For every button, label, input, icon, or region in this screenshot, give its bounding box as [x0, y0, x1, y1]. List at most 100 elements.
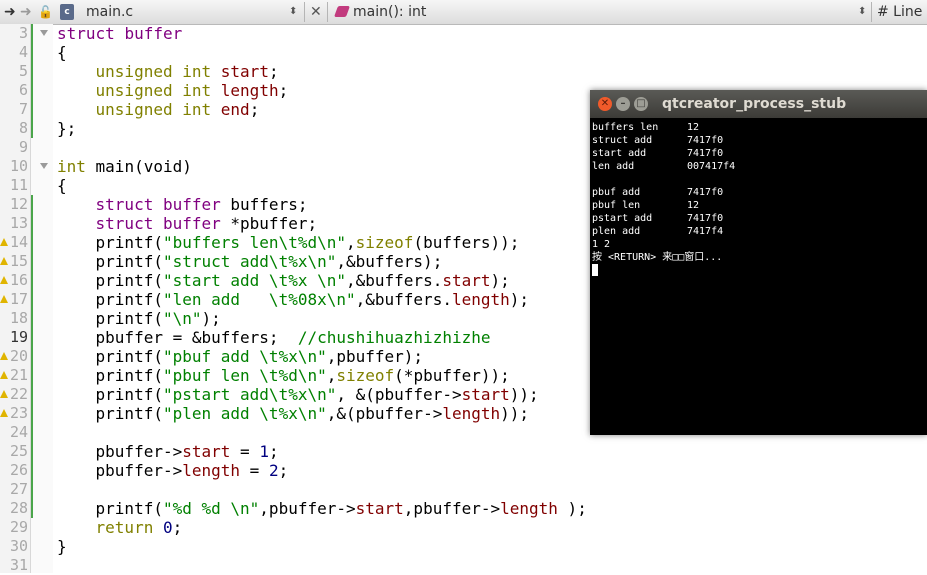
line-number: 29: [9, 518, 28, 536]
terminal-line: pstart add 7417f0: [592, 212, 723, 225]
change-marker: [31, 290, 33, 309]
warning-icon[interactable]: [0, 257, 8, 265]
code-token: int: [182, 62, 212, 81]
warning-icon[interactable]: [0, 352, 8, 360]
change-marker: [31, 366, 33, 385]
code-token: printf(: [57, 366, 163, 385]
maximize-window-icon[interactable]: □: [634, 97, 648, 111]
code-line[interactable]: 27: [0, 480, 927, 499]
code-token: ,: [346, 233, 356, 252]
code-token: ;: [268, 442, 279, 461]
code-token: ;: [278, 461, 289, 480]
code-text: struct buffer *pbuffer;: [57, 214, 318, 233]
warning-icon[interactable]: [0, 238, 8, 246]
terminal-line: pbuf len 12: [592, 199, 699, 212]
code-line[interactable]: 30}: [0, 537, 927, 556]
warning-icon[interactable]: [0, 409, 8, 417]
code-token: {: [57, 43, 67, 62]
minimize-window-icon[interactable]: –: [616, 97, 630, 111]
terminal-window[interactable]: ✕ – □ qtcreator_process_stub buffers len…: [590, 90, 927, 435]
code-token: (buffers));: [413, 233, 520, 252]
code-token: ;: [249, 100, 260, 119]
code-text: }: [57, 537, 67, 556]
line-column-indicator[interactable]: # Line: [877, 0, 922, 24]
code-token: printf(: [57, 290, 163, 309]
warning-icon[interactable]: [0, 276, 8, 284]
lock-icon[interactable]: 🔓: [38, 0, 53, 24]
warning-icon[interactable]: [0, 390, 8, 398]
code-text: printf("\n");: [57, 309, 221, 328]
terminal-line-label: plen add: [592, 226, 641, 237]
terminal-line: plen add 7417f4: [592, 225, 723, 238]
code-text: unsigned int start;: [57, 62, 279, 81]
terminal-line-label: pbuf add: [592, 187, 641, 198]
terminal-line-label: start add: [592, 148, 647, 159]
change-marker: [31, 252, 33, 271]
warning-icon[interactable]: [0, 295, 8, 303]
code-text: return 0;: [57, 518, 183, 537]
code-line[interactable]: 5 unsigned int start;: [0, 62, 927, 81]
line-number: 7: [18, 100, 28, 118]
close-document-icon[interactable]: ✕: [310, 0, 322, 24]
code-token: "len add \t%08x\n": [162, 290, 356, 309]
terminal-line-value: 12: [687, 200, 700, 211]
file-tab-label[interactable]: main.c: [86, 0, 133, 24]
fold-arrow-icon[interactable]: [40, 163, 48, 169]
code-token: start: [220, 62, 269, 81]
function-dropdown-icon[interactable]: ⬍: [858, 0, 866, 24]
code-token: 0: [162, 518, 173, 537]
code-token: };: [57, 119, 77, 138]
code-text: printf("pstart add\t%x\n", &(pbuffer->st…: [57, 385, 539, 404]
code-token: ,pbuffer);: [326, 347, 424, 366]
code-token: "pbuf len \t%d\n": [162, 366, 327, 385]
code-token: ,pbuffer->: [259, 499, 356, 518]
function-icon: [333, 6, 351, 17]
code-token: {: [57, 176, 67, 195]
code-line[interactable]: 28 printf("%d %d \n",pbuffer->start,pbuf…: [0, 499, 927, 518]
terminal-titlebar[interactable]: ✕ – □ qtcreator_process_stub: [590, 90, 927, 118]
code-line[interactable]: 29 return 0;: [0, 518, 927, 537]
change-marker: [31, 214, 33, 233]
code-text: pbuffer->length = 2;: [57, 461, 289, 480]
code-text: pbuffer->start = 1;: [57, 442, 279, 461]
file-dropdown-icon[interactable]: ⬍: [289, 0, 297, 24]
code-token: "pbuf add \t%x\n": [162, 347, 327, 366]
code-text: printf("buffers len\t%d\n",sizeof(buffer…: [57, 233, 520, 252]
warning-icon[interactable]: [0, 371, 8, 379]
code-token: buffer: [162, 195, 221, 214]
code-line[interactable]: 26 pbuffer->length = 2;: [0, 461, 927, 480]
code-line[interactable]: 3 struct buffer: [0, 24, 927, 43]
terminal-line-value: 007417f4: [687, 161, 736, 172]
code-token: (*pbuffer));: [394, 366, 510, 385]
terminal-line-value: 7417f4: [687, 226, 724, 237]
fold-arrow-icon[interactable]: [40, 30, 48, 36]
editor-toolbar: ➜ ➜ 🔓 c main.c ⬍ ✕ main(): int ⬍ # Line: [0, 0, 927, 25]
line-number: 28: [9, 499, 28, 517]
code-token: printf(: [57, 404, 163, 423]
code-token: );: [490, 271, 510, 290]
forward-arrow-icon[interactable]: ➜: [20, 0, 32, 24]
code-token: printf(: [57, 252, 163, 271]
change-marker: [31, 43, 33, 62]
code-token: 2: [268, 461, 279, 480]
code-token: start: [355, 499, 404, 518]
line-number: 24: [9, 423, 28, 441]
function-selector[interactable]: main(): int: [353, 0, 426, 24]
terminal-line: 按 <RETURN> 来□□窗口...: [592, 251, 722, 264]
code-line[interactable]: 4{: [0, 43, 927, 62]
code-token: "%d %d \n": [162, 499, 260, 518]
terminal-line: 1 2: [592, 238, 610, 251]
code-line[interactable]: 31: [0, 556, 927, 575]
line-number: 11: [9, 176, 28, 194]
terminal-line-value: 7417f0: [687, 135, 724, 146]
code-line[interactable]: 25 pbuffer->start = 1;: [0, 442, 927, 461]
line-number: 3: [18, 24, 28, 42]
line-number: 31: [9, 556, 28, 574]
code-token: ,pbuffer->: [403, 499, 501, 518]
terminal-line-label: pstart add: [592, 213, 653, 224]
close-window-icon[interactable]: ✕: [598, 97, 612, 111]
line-number: 30: [9, 537, 28, 555]
back-arrow-icon[interactable]: ➜: [4, 0, 16, 24]
